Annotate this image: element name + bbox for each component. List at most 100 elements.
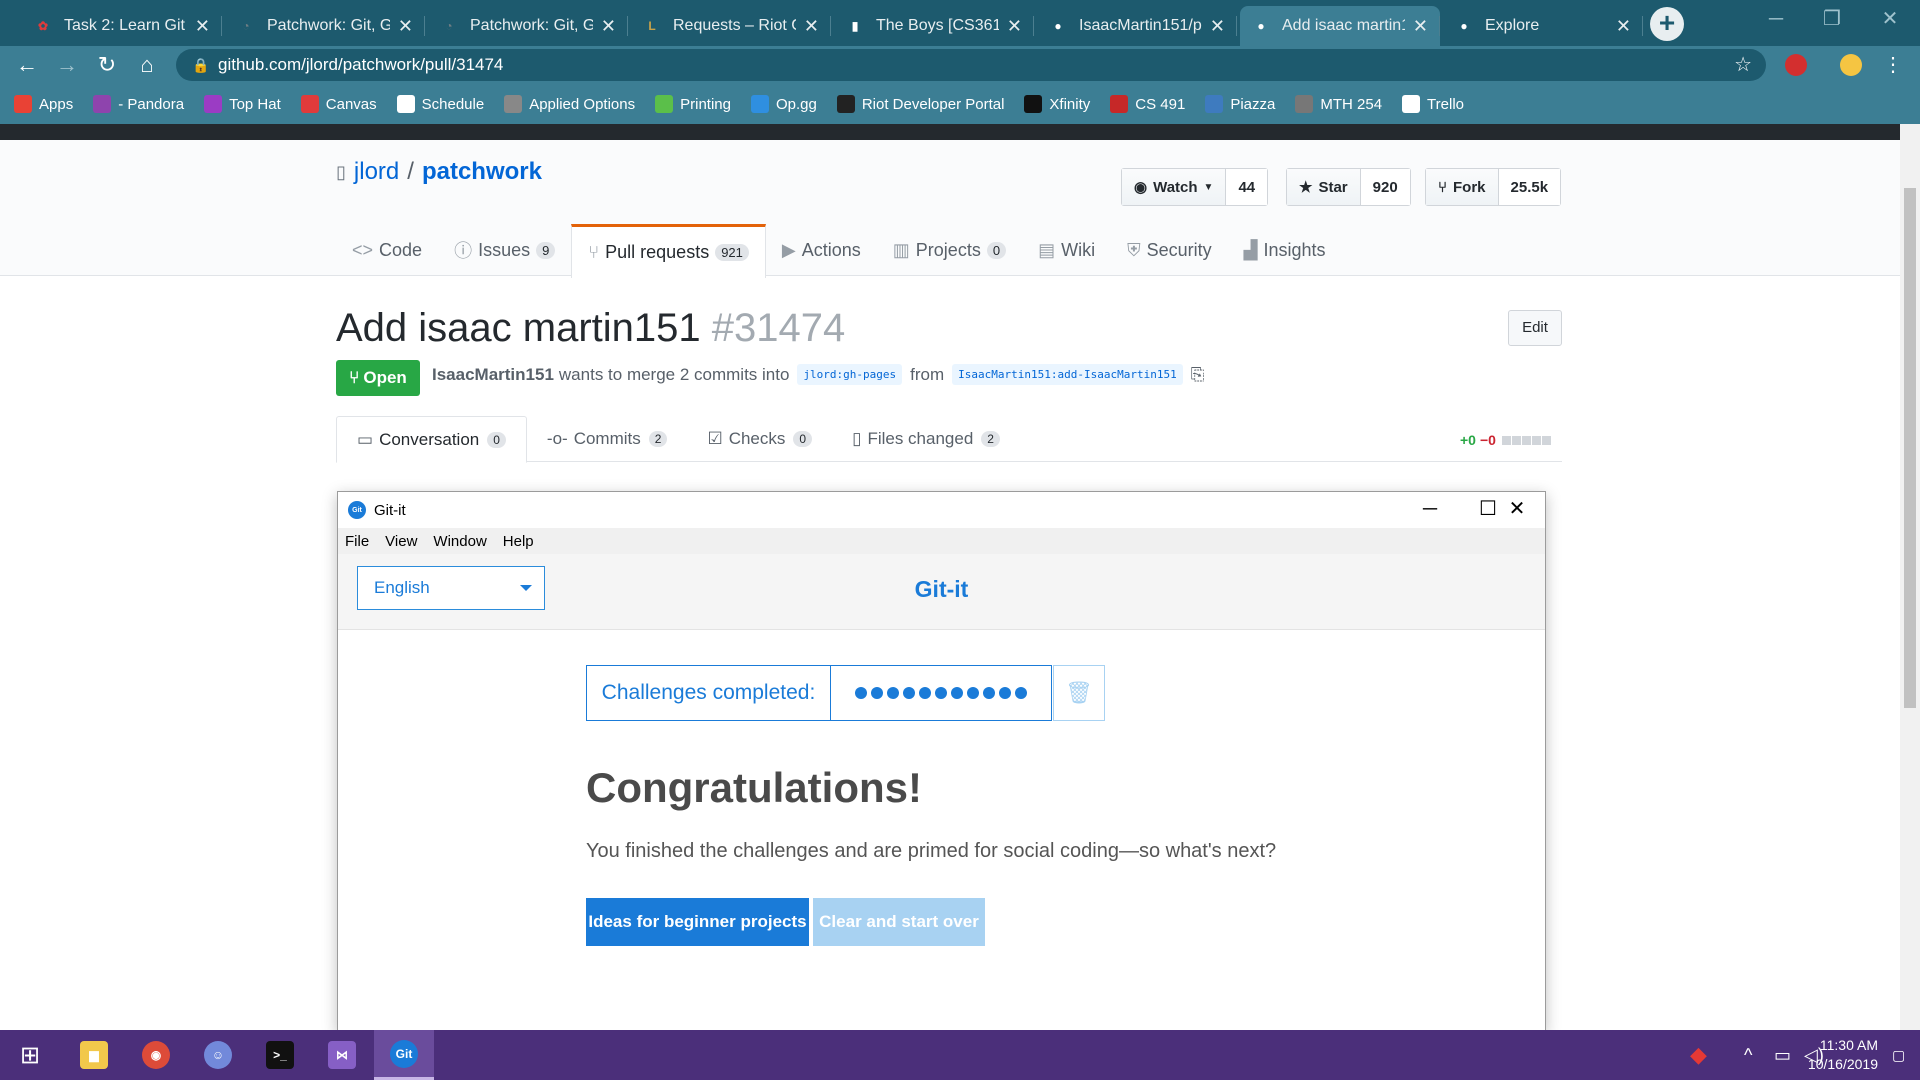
taskbar-chrome[interactable]: ◉ bbox=[126, 1030, 186, 1080]
star-button[interactable]: ★ Star 920 bbox=[1286, 168, 1411, 206]
bookmark-item[interactable]: Applied Options bbox=[504, 95, 635, 113]
bookmark-item[interactable]: Xfinity bbox=[1024, 95, 1090, 113]
bookmark-item[interactable]: MTH 254 bbox=[1295, 95, 1382, 113]
menu-kebab-icon[interactable]: ⋮ bbox=[1878, 50, 1908, 80]
tab-close-icon[interactable]: ✕ bbox=[804, 16, 819, 37]
repo-tab-label: Wiki bbox=[1061, 239, 1096, 260]
star-label: Star bbox=[1318, 178, 1348, 196]
tab-close-icon[interactable]: ✕ bbox=[1210, 16, 1225, 37]
address-bar[interactable]: 🔒 github.com/jlord/patchwork/pull/31474 … bbox=[176, 49, 1766, 81]
ideas-button[interactable]: Ideas for beginner projects bbox=[586, 898, 809, 946]
pr-title-text: Add isaac martin151 bbox=[336, 306, 701, 350]
tab-close-icon[interactable]: ✕ bbox=[1413, 16, 1428, 37]
repo-name-link[interactable]: patchwork bbox=[422, 158, 542, 186]
repo-tab-pull-requests[interactable]: ⑂ Pull requests 921 bbox=[571, 224, 766, 278]
diff-block bbox=[1521, 435, 1531, 445]
repo-tab-issues[interactable]: ⓘ Issues 9 bbox=[438, 224, 571, 276]
bookmark-item[interactable]: Top Hat bbox=[204, 95, 281, 113]
tab-title: Add isaac martin1 bbox=[1282, 17, 1405, 34]
trash-icon[interactable]: 🗑 bbox=[1053, 665, 1105, 721]
bookmark-item[interactable]: Piazza bbox=[1205, 95, 1275, 113]
taskbar-terminal[interactable]: >_ bbox=[250, 1030, 310, 1080]
tab-close-icon[interactable]: ✕ bbox=[601, 16, 616, 37]
bookmark-item[interactable]: Apps bbox=[14, 95, 73, 113]
clock[interactable]: 11:30 AM 10/16/2019 bbox=[1808, 1036, 1878, 1074]
pr-tab-files-changed[interactable]: ▯ Files changed 2 bbox=[832, 416, 1020, 461]
back-arrow-icon[interactable]: ← bbox=[12, 50, 42, 80]
bookmark-item[interactable]: Riot Developer Portal bbox=[836, 95, 1004, 113]
menu-item-window[interactable]: Window bbox=[433, 533, 486, 550]
conversation-icon: ▭ bbox=[357, 429, 374, 449]
watch-count[interactable]: 44 bbox=[1226, 169, 1268, 205]
bookmark-star-icon[interactable]: ☆ bbox=[1734, 49, 1752, 81]
bookmark-icon bbox=[93, 95, 112, 113]
taskbar-file-explorer[interactable]: ▆ bbox=[64, 1030, 124, 1080]
profile-avatar[interactable] bbox=[1840, 54, 1862, 76]
clear-start-over-button[interactable]: Clear and start over bbox=[813, 898, 985, 946]
menu-item-help[interactable]: Help bbox=[503, 533, 534, 550]
tab-close-icon[interactable]: ✕ bbox=[195, 16, 210, 37]
extension-icon[interactable] bbox=[1785, 54, 1807, 76]
edit-button[interactable]: Edit bbox=[1508, 310, 1562, 346]
bookmark-item[interactable]: Op.gg bbox=[750, 95, 817, 113]
head-branch[interactable]: IsaacMartin151:add-IsaacMartin151 bbox=[952, 364, 1183, 385]
menu-item-file[interactable]: File bbox=[345, 533, 369, 550]
notifications-icon[interactable]: ▢ bbox=[1892, 1030, 1905, 1080]
home-icon[interactable]: ⌂ bbox=[132, 50, 162, 80]
browser-tab[interactable]: ● Add isaac martin1 ✕ bbox=[1240, 6, 1440, 46]
bookmark-item[interactable]: Printing bbox=[655, 95, 731, 113]
menu-item-view[interactable]: View bbox=[385, 533, 417, 550]
pr-tab-checks[interactable]: ☑ Checks 0 bbox=[687, 416, 832, 461]
reload-icon[interactable]: ↻ bbox=[92, 50, 122, 80]
author-link[interactable]: IsaacMartin151 bbox=[432, 365, 554, 385]
taskbar-discord[interactable]: ☺ bbox=[188, 1030, 248, 1080]
clipboard-icon[interactable]: ⎘ bbox=[1191, 365, 1205, 385]
battery-icon[interactable]: ▭ bbox=[1774, 1030, 1791, 1080]
browser-tab[interactable]: ● Explore ✕ bbox=[1443, 6, 1643, 46]
star-count[interactable]: 920 bbox=[1360, 169, 1410, 205]
browser-tab[interactable]: L Requests – Riot Ga ✕ bbox=[631, 6, 831, 46]
repo-tab-code[interactable]: <> Code bbox=[336, 224, 438, 276]
page-scrollbar[interactable] bbox=[1900, 124, 1920, 1030]
minimize-icon[interactable]: ─ bbox=[1748, 0, 1804, 40]
repo-tab-projects[interactable]: ▥ Projects 0 bbox=[877, 224, 1022, 276]
fork-button[interactable]: ⑂ Fork 25.5k bbox=[1425, 168, 1562, 206]
pr-tab-commits[interactable]: -o- Commits 2 bbox=[527, 416, 688, 461]
browser-tab[interactable]: ◔ Patchwork: Git, Git ✕ bbox=[428, 6, 628, 46]
completed-dot bbox=[871, 687, 883, 699]
taskbar-visual-studio[interactable]: ⋈ bbox=[312, 1030, 372, 1080]
bookmark-item[interactable]: Trello bbox=[1402, 95, 1464, 113]
repo-owner-link[interactable]: jlord bbox=[354, 158, 399, 186]
tab-close-icon[interactable]: ✕ bbox=[1007, 16, 1022, 37]
repo-tab-wiki[interactable]: ▤ Wiki bbox=[1022, 224, 1111, 276]
browser-tab[interactable]: ● IsaacMartin151/pa ✕ bbox=[1037, 6, 1237, 46]
pr-tab-conversation[interactable]: ▭ Conversation 0 bbox=[336, 416, 527, 463]
bookmark-icon bbox=[750, 95, 769, 113]
bookmark-item[interactable]: - Pandora bbox=[93, 95, 184, 113]
fork-count[interactable]: 25.5k bbox=[1498, 169, 1561, 205]
repo-tab-actions[interactable]: ▶ Actions bbox=[766, 224, 877, 276]
taskbar-git-it[interactable]: Git bbox=[374, 1030, 434, 1080]
browser-tab[interactable]: ▮ The Boys [CS361] | ✕ bbox=[834, 6, 1034, 46]
tab-close-icon[interactable]: ✕ bbox=[1616, 16, 1631, 37]
windows-start-icon[interactable]: ⊞ bbox=[0, 1030, 60, 1080]
bookmark-item[interactable]: CS 491 bbox=[1110, 95, 1185, 113]
close-icon[interactable]: ✕ bbox=[1488, 492, 1546, 528]
new-tab-button[interactable]: + bbox=[1650, 7, 1684, 41]
base-branch[interactable]: jlord:gh-pages bbox=[797, 364, 903, 385]
browser-tab[interactable]: ◔ Patchwork: Git, Git ✕ bbox=[225, 6, 425, 46]
minimize-icon[interactable]: ─ bbox=[1401, 492, 1459, 528]
close-icon[interactable]: ✕ bbox=[1862, 0, 1918, 40]
bookmark-item[interactable]: Schedule bbox=[396, 95, 484, 113]
bookmark-item[interactable]: Canvas bbox=[300, 95, 377, 113]
forward-arrow-icon[interactable]: → bbox=[52, 50, 82, 80]
tab-close-icon[interactable]: ✕ bbox=[398, 16, 413, 37]
repo-tab-security[interactable]: ⛨ Security bbox=[1111, 224, 1228, 276]
scrollbar-thumb[interactable] bbox=[1904, 188, 1916, 708]
antivirus-icon[interactable]: ◆ bbox=[1690, 1030, 1707, 1080]
watch-button[interactable]: ◉ Watch ▼ 44 bbox=[1121, 168, 1269, 206]
restore-icon[interactable]: ❐ bbox=[1804, 0, 1860, 40]
repo-tab-insights[interactable]: ▟ Insights bbox=[1228, 224, 1342, 276]
tray-chevron-up-icon[interactable]: ^ bbox=[1744, 1030, 1752, 1080]
browser-tab[interactable]: ✿ Task 2: Learn Git ar ✕ bbox=[22, 6, 222, 46]
